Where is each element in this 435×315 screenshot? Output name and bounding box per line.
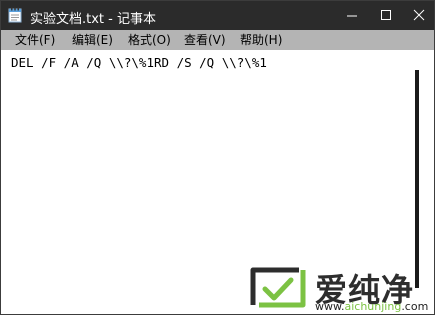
watermark-url-prefix: www. [315, 300, 345, 313]
menu-file[interactable]: 文件(F) [15, 32, 55, 48]
watermark: 爱纯净 www.aichunjing.com [241, 261, 431, 313]
minimize-icon [347, 15, 357, 17]
watermark-url: www.aichunjing.com [315, 300, 428, 313]
minimize-button[interactable] [335, 1, 369, 30]
notepad-icon[interactable] [8, 7, 22, 23]
menu-edit[interactable]: 编辑(E) [72, 32, 113, 48]
maximize-icon [381, 10, 391, 20]
close-icon [413, 9, 425, 21]
menu-view[interactable]: 查看(V) [184, 32, 226, 48]
menu-help[interactable]: 帮助(H) [240, 32, 282, 48]
maximize-button[interactable] [369, 1, 403, 30]
scroll-thumb[interactable] [415, 70, 419, 288]
menu-format[interactable]: 格式(O) [128, 32, 171, 48]
watermark-url-main: aichunjing [344, 300, 402, 313]
editor-content[interactable]: DEL /F /A /Q \\?\%1RD /S /Q \\?\%1 [11, 55, 267, 70]
notepad-window: 实验文档.txt - 记事本 文件(F) 编辑(E) 格式(O) 查看(V) 帮… [0, 0, 435, 315]
watermark-url-suffix: .com [401, 300, 429, 313]
window-title: 实验文档.txt - 记事本 [30, 12, 156, 27]
title-bar[interactable]: 实验文档.txt - 记事本 [1, 1, 434, 30]
watermark-logo-icon [247, 267, 307, 313]
menu-bar: 文件(F) 编辑(E) 格式(O) 查看(V) 帮助(H) [1, 30, 434, 50]
close-button[interactable] [402, 1, 434, 30]
